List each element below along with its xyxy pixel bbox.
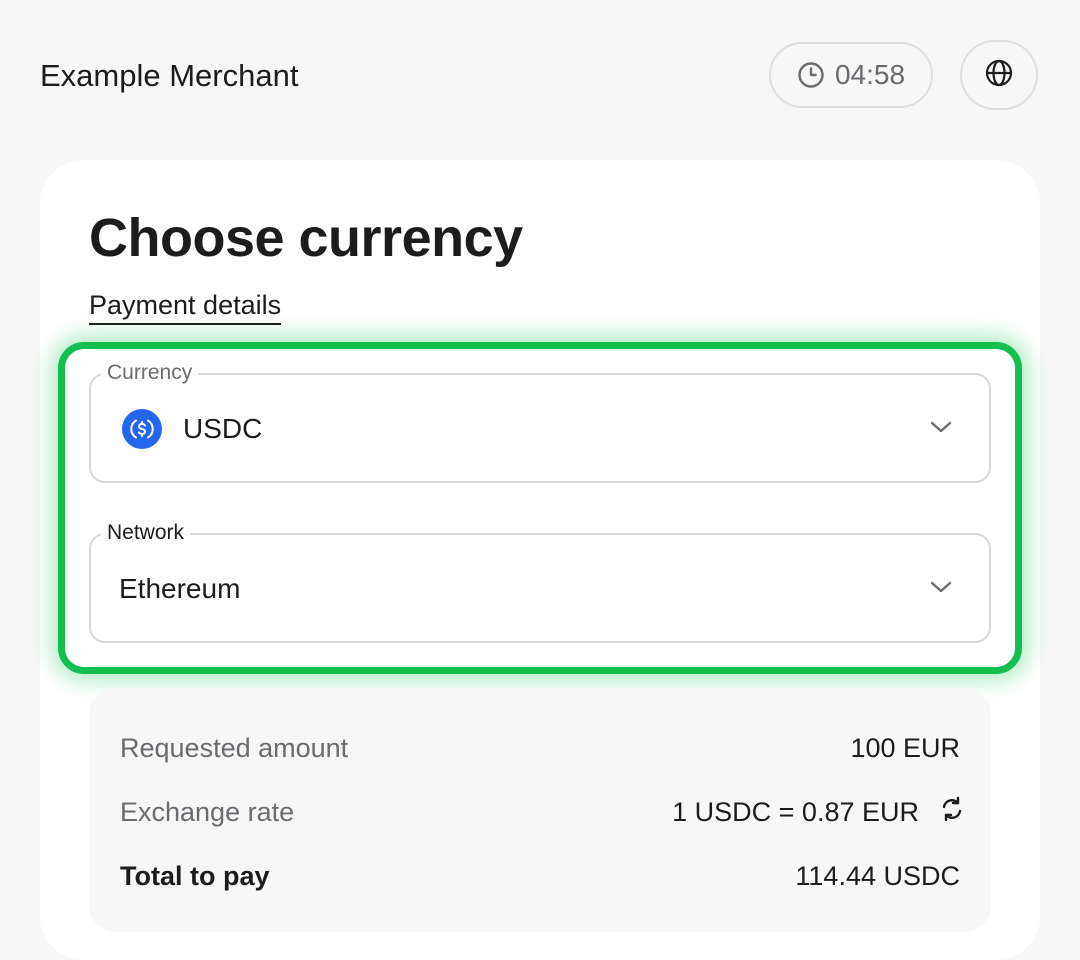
chevron-down-icon bbox=[929, 579, 953, 600]
refresh-icon[interactable] bbox=[937, 794, 967, 831]
exchange-rate-row: Exchange rate 1 USDC = 0.87 EUR bbox=[120, 792, 967, 832]
payment-summary: Requested amount 100 EUR Exchange rate 1… bbox=[89, 688, 991, 932]
currency-label: Currency bbox=[101, 359, 199, 387]
total-label: Total to pay bbox=[120, 860, 270, 891]
requested-amount-label: Requested amount bbox=[120, 732, 349, 763]
merchant-name: Example Merchant bbox=[40, 58, 299, 93]
requested-amount-row: Requested amount 100 EUR bbox=[120, 728, 960, 768]
currency-value: USDC bbox=[183, 413, 263, 444]
language-button[interactable] bbox=[960, 40, 1038, 110]
usdc-coin-icon bbox=[122, 409, 162, 449]
countdown-timer: 04:58 bbox=[769, 42, 933, 108]
timer-value: 04:58 bbox=[834, 59, 906, 90]
currency-select[interactable]: Currency USDC bbox=[89, 359, 991, 483]
total-row: Total to pay 114.44 USDC bbox=[120, 856, 960, 896]
network-select[interactable]: Network Ethereum bbox=[89, 519, 991, 643]
network-value: Ethereum bbox=[119, 573, 241, 604]
network-label: Network bbox=[101, 519, 191, 547]
exchange-rate-label: Exchange rate bbox=[120, 796, 295, 827]
clock-icon bbox=[797, 61, 825, 89]
requested-amount-value: 100 EUR bbox=[850, 732, 960, 763]
exchange-rate-value: 1 USDC = 0.87 EUR bbox=[672, 796, 919, 827]
total-value: 114.44 USDC bbox=[795, 860, 960, 891]
chevron-down-icon bbox=[929, 419, 953, 440]
globe-icon bbox=[984, 58, 1014, 93]
page-title: Choose currency bbox=[89, 208, 523, 268]
payment-details-link[interactable]: Payment details bbox=[89, 288, 282, 325]
exchange-rate-group: 1 USDC = 0.87 EUR bbox=[672, 794, 967, 831]
